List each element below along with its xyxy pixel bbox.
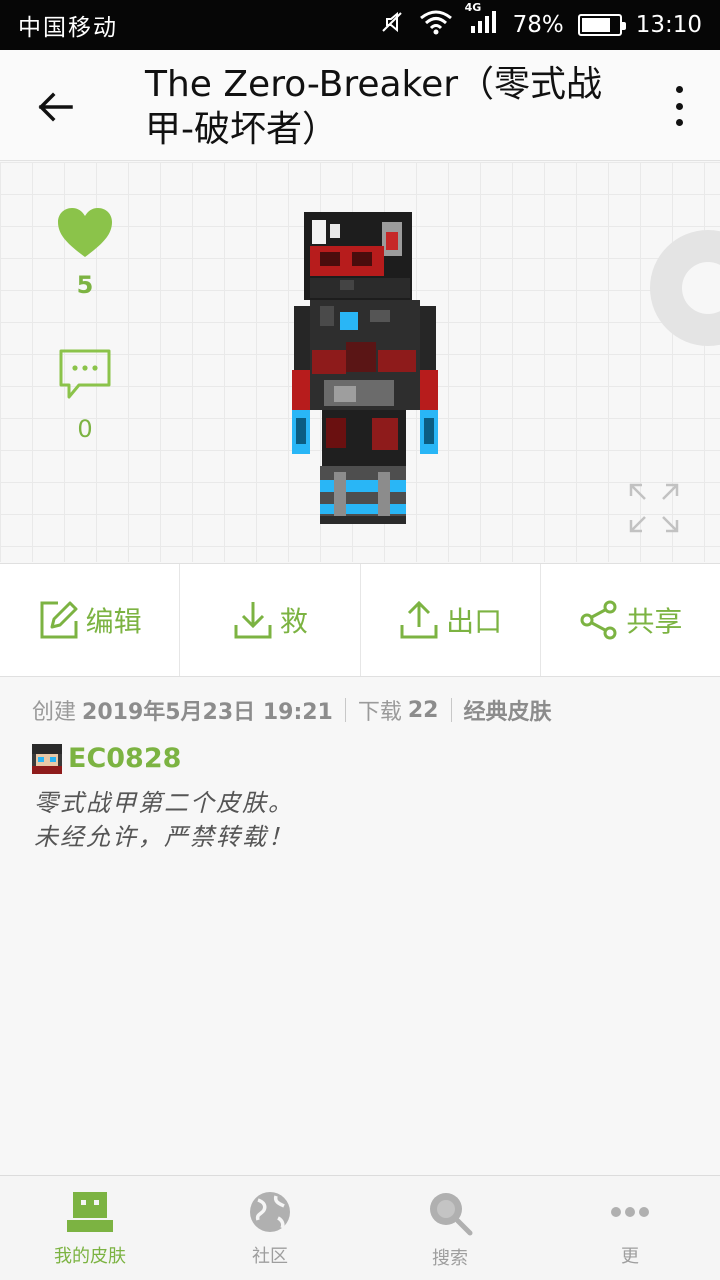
category-tag[interactable]: 经典皮肤: [464, 694, 552, 726]
created-date: 2019年5月23日 19:21: [82, 700, 333, 725]
divider: [344, 698, 346, 722]
overflow-menu-button[interactable]: [664, 86, 694, 126]
like-button[interactable]: 5: [52, 207, 118, 299]
downloads-count: 22: [407, 697, 439, 723]
save-label: 救: [279, 605, 308, 638]
menu-dot: [675, 119, 683, 126]
signal-icon: 4G: [465, 1, 499, 41]
rotate-handle[interactable]: [650, 230, 720, 346]
nav-label: 更: [621, 1246, 639, 1267]
fullscreen-icon[interactable]: [628, 482, 680, 534]
author-name: EC0828: [68, 743, 182, 774]
menu-dot: [675, 102, 683, 110]
skin-preview[interactable]: 5 0: [0, 162, 720, 562]
skin-meta: 创建 2019年5月23日 19:21 下载 22 经典皮肤: [32, 694, 552, 726]
back-arrow-icon: [38, 92, 73, 122]
nav-community[interactable]: 社区: [180, 1176, 360, 1280]
nav-label: 社区: [252, 1246, 288, 1267]
my-skins-icon: [67, 1192, 113, 1232]
downloads-label: 下载: [357, 700, 402, 725]
save-button[interactable]: 救: [180, 564, 361, 676]
share-icon: [580, 600, 617, 640]
like-count: 5: [76, 271, 94, 299]
app-bar: The Zero-Breaker（零式战甲-破坏者）: [0, 50, 720, 161]
search-icon: [430, 1193, 473, 1236]
nav-label: 搜索: [432, 1248, 468, 1269]
divider: [450, 698, 452, 722]
edit-button[interactable]: 编辑: [0, 564, 181, 676]
created-label: 创建: [32, 700, 77, 725]
comment-button[interactable]: 0: [52, 347, 118, 443]
comment-count: 0: [77, 415, 93, 443]
avatar: [32, 743, 62, 774]
skin-description: 零式战甲第二个皮肤。 未经允许，严禁转载！: [34, 786, 294, 854]
export-button[interactable]: 出口: [361, 564, 541, 676]
nav-my-skins[interactable]: 我的皮肤: [0, 1176, 180, 1280]
share-button[interactable]: 共享: [541, 564, 720, 676]
upload-icon: [400, 600, 438, 639]
menu-dot: [675, 86, 683, 93]
description-line: 未经允许，严禁转载！: [34, 823, 294, 851]
carrier-name: 中国移动: [18, 15, 118, 41]
export-label: 出口: [446, 605, 503, 638]
share-label: 共享: [626, 605, 683, 638]
edit-icon: [40, 601, 78, 639]
author-link[interactable]: EC0828: [32, 743, 181, 774]
mute-icon: [379, 9, 405, 41]
battery-icon: [577, 14, 626, 36]
back-button[interactable]: [30, 82, 80, 132]
bottom-navigation: 我的皮肤 社区 搜索 更: [0, 1175, 720, 1280]
description-line: 零式战甲第二个皮肤。: [34, 789, 294, 817]
edit-label: 编辑: [85, 605, 142, 638]
heart-icon: [58, 208, 112, 257]
globe-icon: [250, 1192, 290, 1232]
battery-percent: 78%: [512, 12, 564, 38]
nav-search[interactable]: 搜索: [360, 1176, 540, 1280]
action-bar: 编辑 救 出口 共享: [0, 563, 720, 677]
page-title: The Zero-Breaker（零式战甲-破坏者）: [145, 64, 603, 150]
nav-more[interactable]: 更: [540, 1176, 720, 1280]
comment-icon: [59, 349, 111, 399]
skin-model-image: [292, 212, 438, 524]
status-bar: 中国移动 4G 78% 13:10: [0, 0, 720, 50]
download-icon: [234, 602, 272, 639]
more-dots-icon: [611, 1207, 649, 1217]
network-type: 4G: [464, 1, 482, 14]
nav-label: 我的皮肤: [54, 1246, 126, 1267]
clock: 13:10: [635, 12, 702, 38]
wifi-icon: [419, 9, 453, 41]
